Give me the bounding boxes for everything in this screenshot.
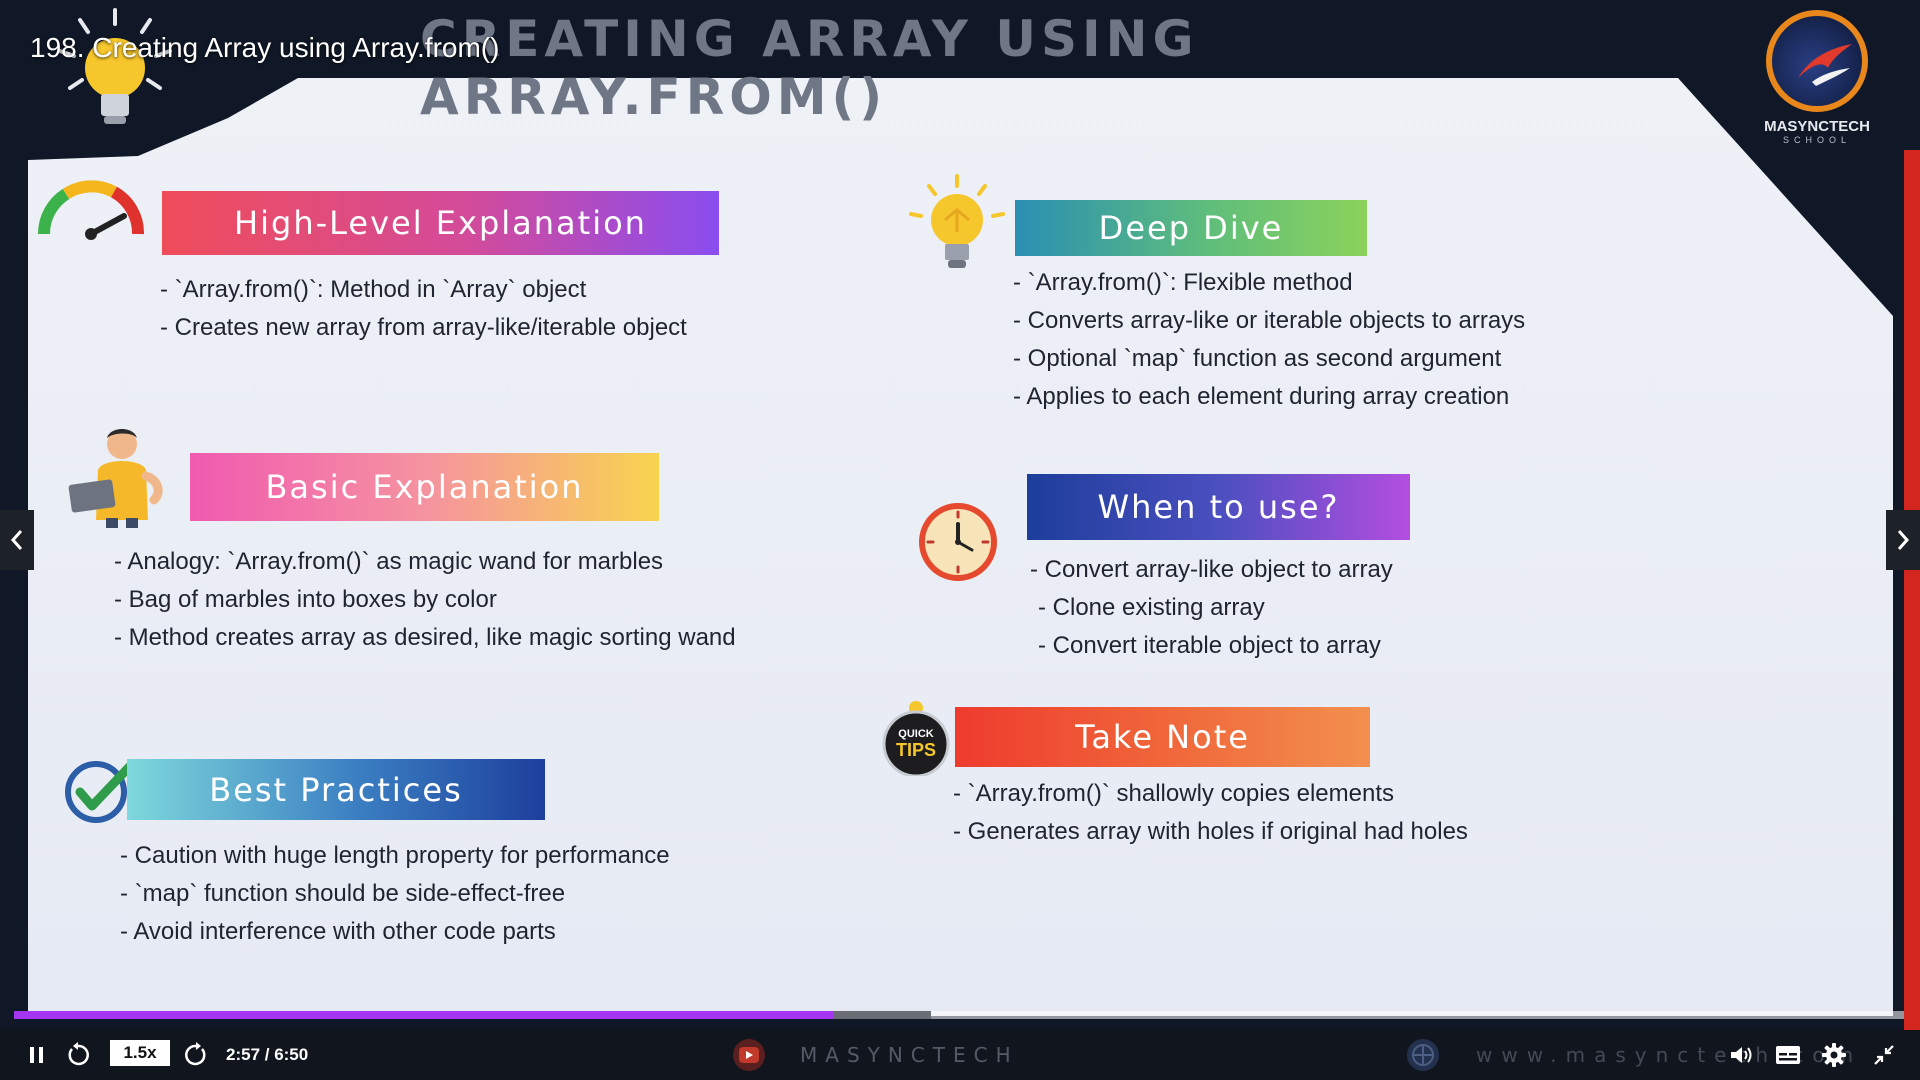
clock-icon (919, 503, 997, 581)
take-note-list: - `Array.from()` shallowly copies elemen… (953, 775, 1468, 851)
rewind-icon (68, 1042, 89, 1066)
list-item: - `Array.from()`: Method in `Array` obje… (160, 276, 587, 303)
exit-fullscreen-icon (1874, 1045, 1894, 1065)
slide-accent-strip (1904, 150, 1920, 1030)
list-item: - Analogy: `Array.from()` as magic wand … (114, 548, 664, 575)
high-level-explanation-list: - `Array.from()`: Method in `Array` obje… (160, 271, 687, 347)
captions-icon (1776, 1046, 1800, 1064)
list-item: - Caution with huge length property for … (120, 842, 670, 869)
list-item: - Applies to each element during array c… (1013, 383, 1510, 410)
lightbulb-decoration-icon (58, 8, 172, 124)
basic-explanation-banner: Basic Explanation (190, 453, 659, 521)
list-item: - Optional `map` function as second argu… (1013, 345, 1502, 372)
quick-tips-icon: QUICK TIPS (882, 700, 950, 776)
watermark-brand: MASYNCTECH (800, 1043, 1019, 1067)
settings-button[interactable] (1816, 1030, 1852, 1080)
gear-icon (1822, 1043, 1846, 1067)
list-item: - Bag of marbles into boxes by color (114, 586, 497, 613)
deep-dive-list: - `Array.from()`: Flexible method - Conv… (1013, 264, 1525, 416)
forward-button[interactable] (178, 1030, 214, 1080)
player-controls: 1.5x 2:57 / 6:50 MASYNCTECH www.masyncte… (0, 1030, 1920, 1080)
lightbulb-icon (909, 174, 1005, 268)
quick-tips-label-bottom: TIPS (895, 740, 936, 760)
best-practices-banner: Best Practices (127, 759, 545, 820)
high-level-explanation-banner: High-Level Explanation (162, 191, 719, 255)
previous-lecture-button[interactable] (0, 510, 34, 570)
list-item: - Avoid interference with other code par… (120, 918, 556, 945)
watermark-play-icon (725, 1030, 773, 1080)
list-item: - `Array.from()` shallowly copies elemen… (953, 780, 1394, 807)
list-item: - `map` function should be side-effect-f… (120, 880, 566, 907)
brand-tagline: SCHOOL (1782, 135, 1851, 145)
list-item: - Convert array-like object to array (1030, 556, 1393, 583)
rewind-button[interactable] (60, 1030, 96, 1080)
list-item: - Clone existing array (1038, 594, 1265, 621)
pause-button[interactable] (22, 1030, 52, 1080)
list-item: - Creates new array from array-like/iter… (160, 314, 687, 341)
list-item: - `Array.from()`: Flexible method (1013, 269, 1353, 296)
video-frame[interactable]: CREATING ARRAY USING ARRAY.FROM() MASYNC… (0, 0, 1920, 1030)
list-item: - Convert iterable object to array (1038, 632, 1381, 659)
captions-button[interactable] (1770, 1030, 1806, 1080)
person-laptop-icon (68, 429, 163, 528)
progress-bar[interactable] (14, 1011, 1904, 1019)
next-lecture-button[interactable] (1886, 510, 1920, 570)
quick-tips-label-top: QUICK (898, 728, 934, 740)
playback-speed-button[interactable]: 1.5x (110, 1040, 170, 1066)
best-practices-list: - Caution with huge length property for … (120, 837, 670, 951)
pause-icon (30, 1047, 43, 1063)
brand-logo-icon (1766, 10, 1868, 112)
video-title: 198. Creating Array using Array.from() (30, 32, 500, 63)
watermark-globe-icon (1400, 1030, 1446, 1080)
exit-fullscreen-button[interactable] (1866, 1030, 1902, 1080)
list-item: - Method creates array as desired, like … (114, 624, 736, 651)
slide-heading: CREATING ARRAY USING ARRAY.FROM() (420, 10, 1199, 126)
time-display: 2:57 / 6:50 (226, 1045, 309, 1064)
progress-played (14, 1011, 835, 1019)
when-to-use-list: - Convert array-like object to array - C… (1030, 551, 1393, 665)
brand-logo: MASYNCTECH SCHOOL (1752, 10, 1882, 150)
volume-icon (1731, 1047, 1752, 1063)
deep-dive-banner: Deep Dive (1015, 200, 1367, 256)
chevron-right-icon (1897, 530, 1910, 550)
when-to-use-banner: When to use? (1027, 474, 1410, 540)
volume-button[interactable] (1724, 1030, 1760, 1080)
list-item: - Generates array with holes if original… (953, 818, 1468, 845)
basic-explanation-list: - Analogy: `Array.from()` as magic wand … (114, 543, 736, 657)
take-note-banner: Take Note (955, 707, 1370, 767)
gauge-icon (37, 180, 144, 240)
forward-icon (185, 1042, 206, 1066)
chevron-left-icon (10, 530, 23, 550)
brand-name: MASYNCTECH (1764, 118, 1870, 135)
list-item: - Converts array-like or iterable object… (1013, 307, 1526, 334)
